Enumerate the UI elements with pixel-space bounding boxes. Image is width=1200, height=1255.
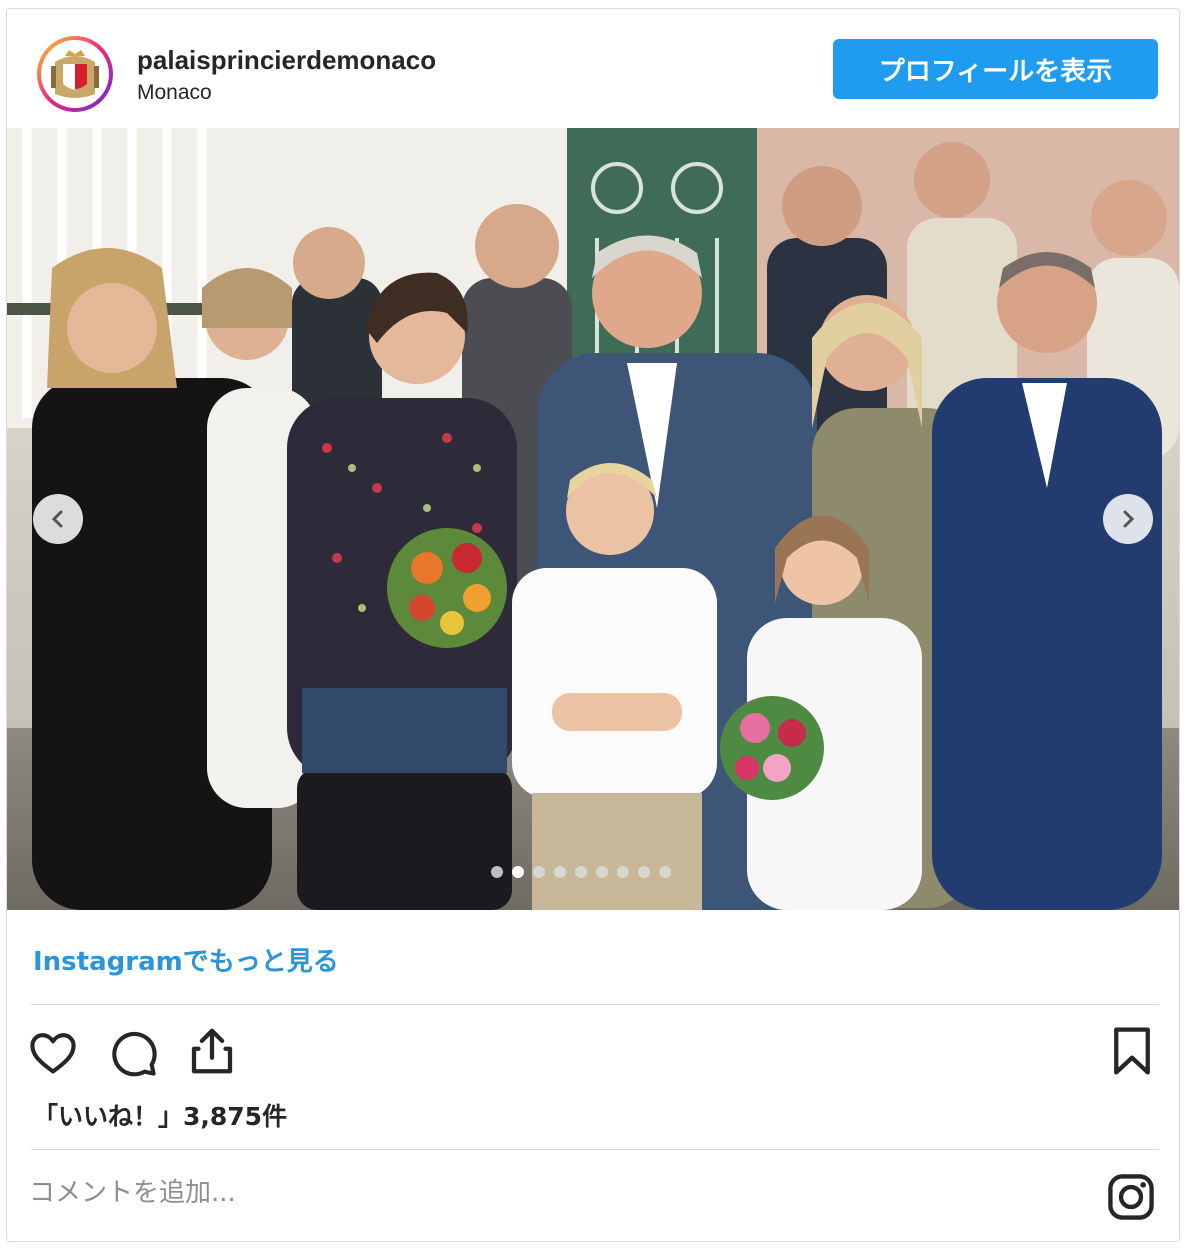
carousel-dot — [554, 866, 566, 878]
view-profile-button[interactable]: プロフィールを表示 — [833, 39, 1158, 99]
likes-count[interactable]: 「いいね！」3,875件 — [33, 1097, 287, 1133]
view-more-on-instagram-link[interactable]: Instagramでもっと見る — [33, 941, 339, 978]
profile-avatar[interactable] — [37, 36, 113, 112]
chevron-right-icon — [1123, 510, 1135, 528]
carousel-indicator — [491, 866, 671, 878]
monaco-crest-logo — [51, 50, 99, 98]
previous-slide-button[interactable] — [33, 494, 83, 544]
divider — [31, 1149, 1159, 1150]
username[interactable]: palaisprincierdemonaco — [137, 45, 436, 76]
comment-input[interactable] — [27, 1177, 1091, 1209]
group-photo-illustration — [7, 128, 1179, 910]
bouquet-left — [387, 528, 507, 648]
instagram-logo-icon[interactable] — [1105, 1171, 1157, 1223]
post-photo[interactable] — [7, 128, 1179, 910]
bouquet-right — [720, 696, 824, 800]
instagram-embed-card: palaisprincierdemonaco Monaco プロフィールを表示 — [6, 8, 1180, 1242]
carousel-dot — [638, 866, 650, 878]
carousel-dot — [512, 866, 524, 878]
carousel-dot — [575, 866, 587, 878]
location[interactable]: Monaco — [137, 81, 212, 105]
share-icon[interactable] — [185, 1024, 239, 1078]
divider — [31, 1004, 1159, 1005]
carousel-dot — [491, 866, 503, 878]
bookmark-icon[interactable] — [1105, 1023, 1159, 1079]
next-slide-button[interactable] — [1103, 494, 1153, 544]
carousel-dot — [533, 866, 545, 878]
chevron-left-icon — [51, 510, 63, 528]
heart-icon[interactable] — [27, 1027, 79, 1079]
carousel-dot — [659, 866, 671, 878]
carousel-dot — [617, 866, 629, 878]
carousel-dot — [596, 866, 608, 878]
comment-icon[interactable] — [107, 1027, 159, 1079]
